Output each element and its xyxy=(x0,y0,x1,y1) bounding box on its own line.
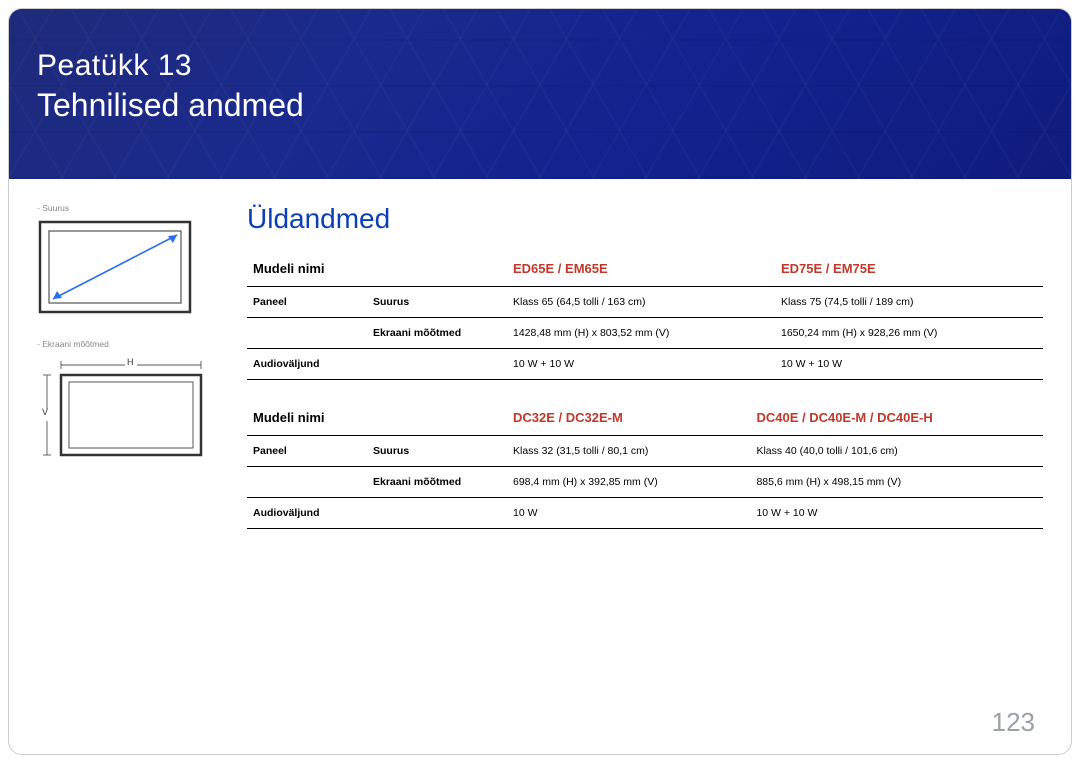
size-diagram-block: - Suurus xyxy=(37,203,227,317)
col-model-a: DC32E / DC32E-M xyxy=(507,402,750,436)
cell-value: 698,4 mm (H) x 392,85 mm (V) xyxy=(507,467,750,498)
cell-label xyxy=(247,467,367,498)
cell-value: 10 W xyxy=(507,498,750,529)
spec-table-1: Mudeli nimi ED65E / EM65E ED75E / EM75E … xyxy=(247,253,1043,380)
cell-label: Audioväljund xyxy=(247,498,367,529)
cell-value: 885,6 mm (H) x 498,15 mm (V) xyxy=(750,467,1043,498)
header-text: Peatükk 13 Tehnilised andmed xyxy=(37,49,304,124)
col-blank xyxy=(367,253,507,287)
cell-value: Klass 65 (64,5 tolli / 163 cm) xyxy=(507,287,775,318)
table-row: Ekraani mõõtmed 1428,48 mm (H) x 803,52 … xyxy=(247,318,1043,349)
cell-sublabel: Ekraani mõõtmed xyxy=(367,467,507,498)
table-row: Paneel Suurus Klass 32 (31,5 tolli / 80,… xyxy=(247,436,1043,467)
dimensions-caption: - Ekraani mõõtmed xyxy=(37,339,227,349)
chapter-title: Tehnilised andmed xyxy=(37,87,304,124)
chapter-header: Peatükk 13 Tehnilised andmed xyxy=(9,9,1071,179)
page-frame: Peatükk 13 Tehnilised andmed - Suurus - … xyxy=(8,8,1072,755)
size-caption: - Suurus xyxy=(37,203,227,213)
size-diagram-icon xyxy=(37,219,195,317)
cell-value: 1428,48 mm (H) x 803,52 mm (V) xyxy=(507,318,775,349)
section-title: Üldandmed xyxy=(247,203,1043,235)
cell-sublabel: Suurus xyxy=(367,287,507,318)
dimensions-diagram-icon xyxy=(37,355,207,465)
cell-value: 10 W + 10 W xyxy=(750,498,1043,529)
cell-sublabel: Ekraani mõõtmed xyxy=(367,318,507,349)
spec-table-2: Mudeli nimi DC32E / DC32E-M DC40E / DC40… xyxy=(247,402,1043,529)
sidebar: - Suurus - Ekraani mõõtmed xyxy=(37,203,227,551)
cell-sublabel xyxy=(367,498,507,529)
cell-value: Klass 75 (74,5 tolli / 189 cm) xyxy=(775,287,1043,318)
col-model-a: ED65E / EM65E xyxy=(507,253,775,287)
cell-value: 10 W + 10 W xyxy=(775,349,1043,380)
col-model-b: ED75E / EM75E xyxy=(775,253,1043,287)
dim-h-label: H xyxy=(127,357,137,367)
cell-label: Audioväljund xyxy=(247,349,367,380)
cell-value: Klass 40 (40,0 tolli / 101,6 cm) xyxy=(750,436,1043,467)
chapter-label: Peatükk 13 xyxy=(37,49,304,83)
dim-v-label: V xyxy=(42,407,52,417)
table-row: Audioväljund 10 W 10 W + 10 W xyxy=(247,498,1043,529)
cell-value: 10 W + 10 W xyxy=(507,349,775,380)
cell-label xyxy=(247,318,367,349)
col-blank xyxy=(367,402,507,436)
col-model-name: Mudeli nimi xyxy=(247,402,367,436)
cell-sublabel xyxy=(367,349,507,380)
page-number: 123 xyxy=(992,707,1035,738)
col-model-name: Mudeli nimi xyxy=(247,253,367,287)
main-content: Üldandmed Mudeli nimi ED65E / EM65E ED75… xyxy=(227,203,1043,551)
table-header-row: Mudeli nimi ED65E / EM65E ED75E / EM75E xyxy=(247,253,1043,287)
table-row: Audioväljund 10 W + 10 W 10 W + 10 W xyxy=(247,349,1043,380)
cell-sublabel: Suurus xyxy=(367,436,507,467)
cell-label: Paneel xyxy=(247,436,367,467)
col-model-b: DC40E / DC40E-M / DC40E-H xyxy=(750,402,1043,436)
table-row: Paneel Suurus Klass 65 (64,5 tolli / 163… xyxy=(247,287,1043,318)
cell-value: Klass 32 (31,5 tolli / 80,1 cm) xyxy=(507,436,750,467)
table-row: Ekraani mõõtmed 698,4 mm (H) x 392,85 mm… xyxy=(247,467,1043,498)
table-header-row: Mudeli nimi DC32E / DC32E-M DC40E / DC40… xyxy=(247,402,1043,436)
cell-value: 1650,24 mm (H) x 928,26 mm (V) xyxy=(775,318,1043,349)
dimensions-diagram-block: - Ekraani mõõtmed H V xyxy=(37,339,227,485)
cell-label: Paneel xyxy=(247,287,367,318)
content-area: - Suurus - Ekraani mõõtmed xyxy=(9,179,1071,551)
